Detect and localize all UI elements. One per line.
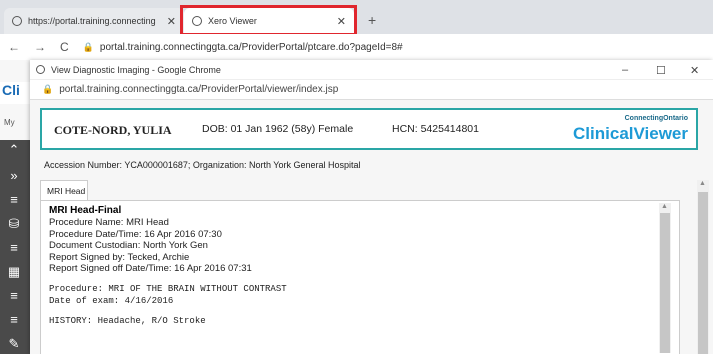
popup-address-bar: 🔒 portal.training.connectinggta.ca/Provi… [30,80,713,100]
lock-icon: 🔒 [82,41,94,52]
report-panel: MRI Head-Final Procedure Name: MRI Head … [40,200,680,354]
report-title: MRI Head-Final [49,205,122,216]
close-icon[interactable]: ✕ [167,15,176,28]
minimize-button[interactable]: – [622,64,628,76]
expand-icon[interactable]: » [6,168,22,183]
scrollbar-thumb[interactable] [660,213,670,353]
popup-url: portal.training.connectinggta.ca/Provide… [59,84,339,95]
report-line: Document Custodian: North York Gen [49,240,208,251]
scroll-up-icon[interactable]: ▲ [699,180,706,187]
lock-icon: 🔒 [42,84,54,94]
patient-hcn: HCN: 5425414801 [392,123,479,135]
background-sidebar: ⌃ » ≡ ⛁ ≡ ▦ ≡ ≡ ✎ [0,140,30,354]
database-icon[interactable]: ⛁ [6,216,22,232]
report-content: MRI Head-Final Procedure Name: MRI Head … [41,201,651,354]
report-scrollbar[interactable]: ▲ [659,203,671,353]
tab-label: https://portal.training.connecting [28,16,156,26]
forward-button[interactable]: → [34,40,46,54]
new-tab-button[interactable]: + [368,12,376,28]
grid-icon[interactable]: ▦ [6,264,22,280]
tab-mri-head[interactable]: MRI Head [40,180,88,200]
reload-button[interactable]: C [60,40,69,54]
list-icon[interactable]: ≡ [6,240,22,255]
report-line: Procedure Name: MRI Head [49,217,169,228]
scrollbar-thumb[interactable] [698,192,708,354]
chevron-up-icon[interactable]: ⌃ [6,142,22,158]
viewer-body: COTE-NORD, YULIA DOB: 01 Jan 1962 (58y) … [30,100,713,354]
close-button[interactable]: ✕ [690,64,699,77]
viewer-scrollbar[interactable]: ▲ [697,180,709,354]
list-icon[interactable]: ≡ [6,312,22,327]
browser-toolbar: ← → C 🔒 portal.training.connectinggta.ca… [0,34,713,60]
patient-banner: COTE-NORD, YULIA DOB: 01 Jan 1962 (58y) … [40,108,698,150]
report-mono-line: Procedure: MRI OF THE BRAIN WITHOUT CONT… [49,283,287,294]
browser-tab-strip: https://portal.training.connecting ✕ Xer… [0,0,713,36]
background-app-logo: Cli [0,82,30,104]
maximize-button[interactable]: ☐ [656,64,666,77]
globe-icon [36,65,45,74]
report-mono-line: Date of exam: 4/16/2016 [49,295,174,306]
list-icon[interactable]: ≡ [6,192,22,207]
highlight-annotation-box [180,5,357,36]
report-line: Report Signed by: Tecked, Archie [49,251,190,263]
browser-tab-portal[interactable]: https://portal.training.connecting ✕ [4,8,184,34]
brand-logo: ClinicalViewer [573,124,688,143]
accession-info: Accession Number: YCA000001687; Organiza… [44,160,361,170]
report-line: Report Signed off Date/Time: 16 Apr 2016… [49,263,252,274]
brand-subtitle: ConnectingOntario [624,115,688,122]
globe-icon [12,16,22,26]
background-tab-fragment: My [4,118,15,127]
popup-window: View Diagnostic Imaging - Google Chrome … [30,60,713,354]
patient-name: COTE-NORD, YULIA [54,123,172,137]
address-bar[interactable]: portal.training.connectinggta.ca/Provide… [100,42,403,53]
scroll-up-icon[interactable]: ▲ [661,203,668,210]
report-line: Procedure Date/Time: 16 Apr 2016 07:30 [49,228,222,240]
popup-window-title: View Diagnostic Imaging - Google Chrome [51,64,221,75]
popup-title-bar: View Diagnostic Imaging - Google Chrome … [30,60,713,80]
report-mono-line: HISTORY: Headache, R/O Stroke [49,315,206,326]
list-icon[interactable]: ≡ [6,288,22,303]
back-button[interactable]: ← [8,40,20,54]
patient-dob: DOB: 01 Jan 1962 (58y) Female [202,123,354,135]
tool-icon[interactable]: ✎ [6,336,22,352]
